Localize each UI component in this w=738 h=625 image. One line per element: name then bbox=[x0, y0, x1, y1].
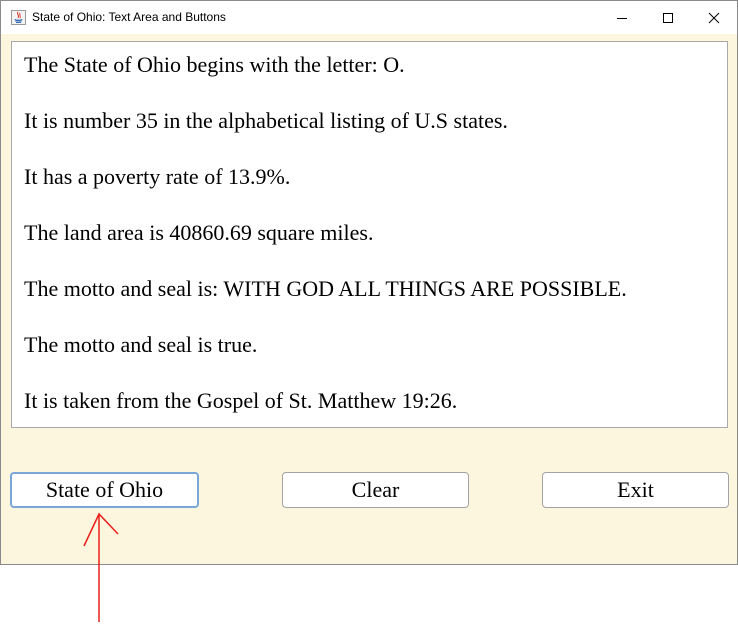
maximize-button[interactable] bbox=[645, 1, 691, 34]
text-line: It has a poverty rate of 13.9%. bbox=[24, 164, 291, 189]
close-icon bbox=[708, 12, 720, 23]
text-line: It is taken from the Gospel of St. Matth… bbox=[24, 388, 458, 413]
red-arrow-annotation bbox=[83, 512, 119, 622]
text-line: The motto and seal is true. bbox=[24, 332, 258, 357]
text-area[interactable]: The State of Ohio begins with the letter… bbox=[11, 41, 728, 428]
state-of-ohio-button[interactable]: State of Ohio bbox=[10, 472, 199, 508]
text-line: The land area is 40860.69 square miles. bbox=[24, 220, 374, 245]
maximize-icon bbox=[663, 12, 673, 23]
java-app-icon bbox=[11, 10, 26, 25]
text-line: It is number 35 in the alphabetical list… bbox=[24, 108, 508, 133]
text-line: The State of Ohio begins with the letter… bbox=[24, 52, 405, 77]
minimize-icon bbox=[617, 17, 627, 19]
clear-button[interactable]: Clear bbox=[282, 472, 469, 508]
app-window: State of Ohio: Text Area and Buttons The… bbox=[0, 0, 738, 565]
text-line: The motto and seal is: WITH GOD ALL THIN… bbox=[24, 276, 627, 301]
window-title: State of Ohio: Text Area and Buttons bbox=[32, 10, 226, 24]
exit-button[interactable]: Exit bbox=[542, 472, 729, 508]
close-button[interactable] bbox=[691, 1, 737, 34]
title-bar[interactable]: State of Ohio: Text Area and Buttons bbox=[1, 1, 737, 34]
minimize-button[interactable] bbox=[599, 1, 645, 34]
